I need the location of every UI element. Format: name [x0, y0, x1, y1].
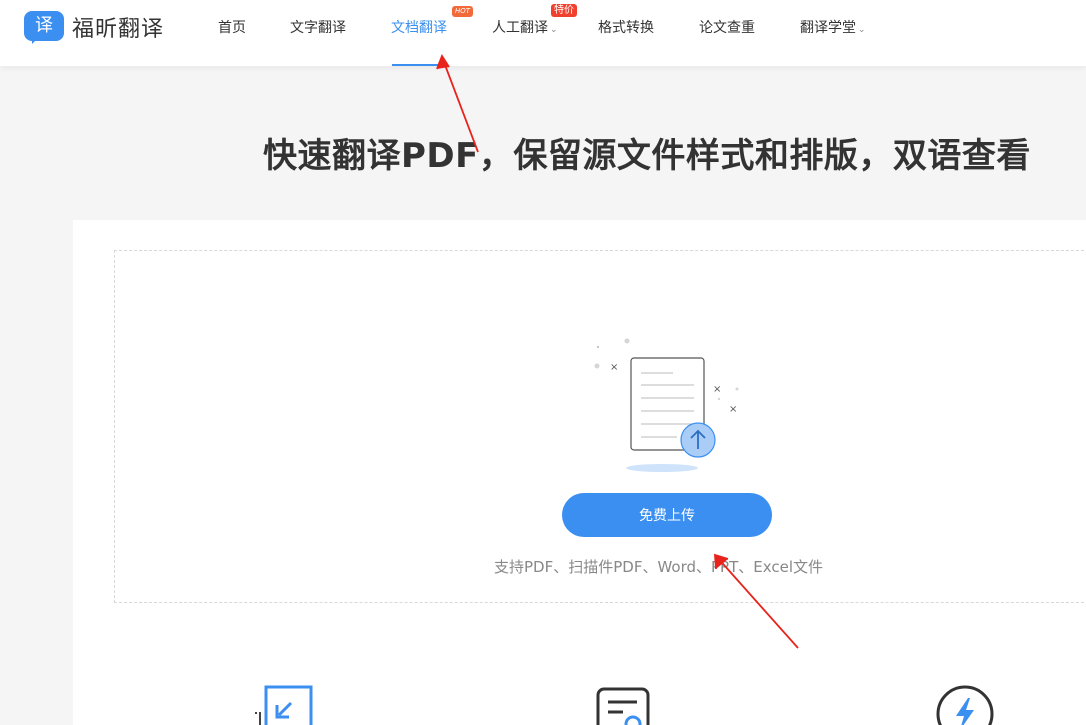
nav-item-text-translation[interactable]: 文字翻译 — [290, 17, 346, 37]
sparkle-x-icon: × — [610, 362, 618, 373]
main-nav: 首页 文字翻译 文档翻译 HOT 人工翻译 ⌄ 特价 格式转换 论文查重 翻译学堂… — [0, 0, 1086, 66]
illustration-shadow — [626, 464, 698, 472]
nav-item-format-conversion[interactable]: 格式转换 — [598, 17, 654, 37]
nav-item-translation-academy-label: 翻译学堂 — [800, 20, 856, 36]
nav-item-translation-academy[interactable]: 翻译学堂 ⌄ — [800, 17, 866, 37]
sale-badge: 特价 — [551, 4, 577, 17]
nav-item-human-translation-label: 人工翻译 — [492, 20, 548, 36]
document-search-icon — [596, 687, 650, 725]
import-arrow-icon — [255, 685, 313, 725]
active-tab-indicator — [392, 64, 448, 66]
supported-formats-text: 支持PDF、扫描件PDF、Word、PPT、Excel文件 — [494, 558, 823, 576]
top-navigation-bar: 译 福昕翻译 首页 文字翻译 文档翻译 HOT 人工翻译 ⌄ 特价 格式转换 论文… — [0, 0, 1086, 66]
lightning-bolt-icon — [936, 685, 994, 725]
hot-badge: HOT — [452, 6, 474, 17]
sparkle-x-icon: × — [713, 384, 721, 395]
nav-item-document-translation[interactable]: 文档翻译 — [391, 17, 447, 37]
file-dropzone[interactable]: × × × 免费上传 支持PDF、扫描件PDF、Word、PPT、Excel文件 — [114, 250, 1086, 603]
chevron-down-icon: ⌄ — [858, 25, 866, 35]
sparkle-x-icon: × — [729, 404, 737, 415]
upload-card: × × × 免费上传 支持PDF、扫描件PDF、Word、PPT、Excel文件 — [73, 220, 1086, 725]
page-headline: 快速翻译PDF，保留源文件样式和排版，双语查看 — [263, 136, 1031, 176]
nav-item-plagiarism-check[interactable]: 论文查重 — [699, 17, 755, 37]
nav-item-human-translation[interactable]: 人工翻译 ⌄ — [492, 17, 558, 37]
document-upload-illustration: × × × — [594, 338, 739, 472]
nav-item-home[interactable]: 首页 — [218, 17, 246, 37]
free-upload-button[interactable]: 免费上传 — [562, 493, 772, 537]
chevron-down-icon: ⌄ — [550, 25, 558, 35]
